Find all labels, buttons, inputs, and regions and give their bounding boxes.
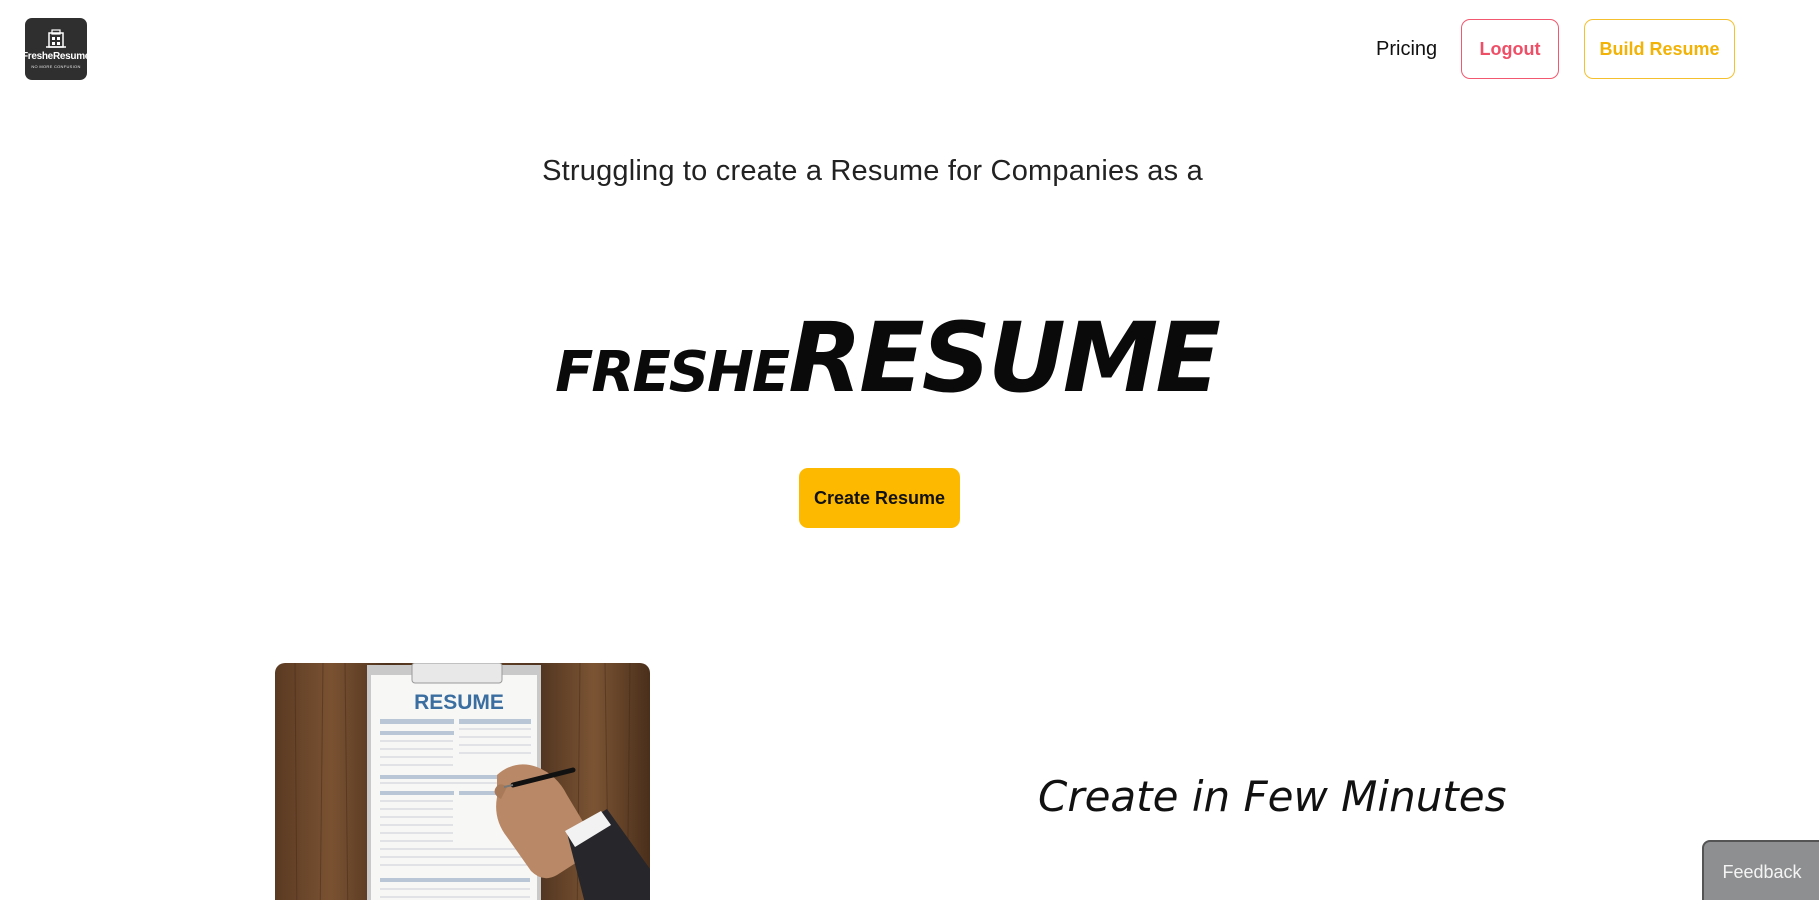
hero-subtitle: Struggling to create a Resume for Compan… xyxy=(542,155,1203,187)
logo-building-icon xyxy=(45,29,67,49)
brand-title-main: RESUME xyxy=(788,302,1221,414)
brand-title-prefix: FRESHE xyxy=(555,340,790,405)
build-resume-button[interactable]: Build Resume xyxy=(1584,19,1735,79)
create-resume-button[interactable]: Create Resume xyxy=(799,468,960,528)
logo-wordmark: FresheResume xyxy=(21,51,91,62)
site-logo[interactable]: FresheResume NO MORE CONFUSION xyxy=(21,18,91,80)
landing-page: FresheResume NO MORE CONFUSION Pricing L… xyxy=(0,0,1819,900)
logout-button[interactable]: Logout xyxy=(1461,19,1559,79)
hero-brand-title: FRESHERESUME xyxy=(0,310,1773,406)
nav-pricing-link[interactable]: Pricing xyxy=(1376,38,1437,61)
feedback-button[interactable]: Feedback xyxy=(1702,840,1819,900)
feature-title: Create in Few Minutes xyxy=(1038,772,1507,821)
image-resume-heading: RESUME xyxy=(414,691,504,714)
resume-clipboard-image: RESUME xyxy=(275,663,650,900)
logo-tagline: NO MORE CONFUSION xyxy=(31,64,81,69)
